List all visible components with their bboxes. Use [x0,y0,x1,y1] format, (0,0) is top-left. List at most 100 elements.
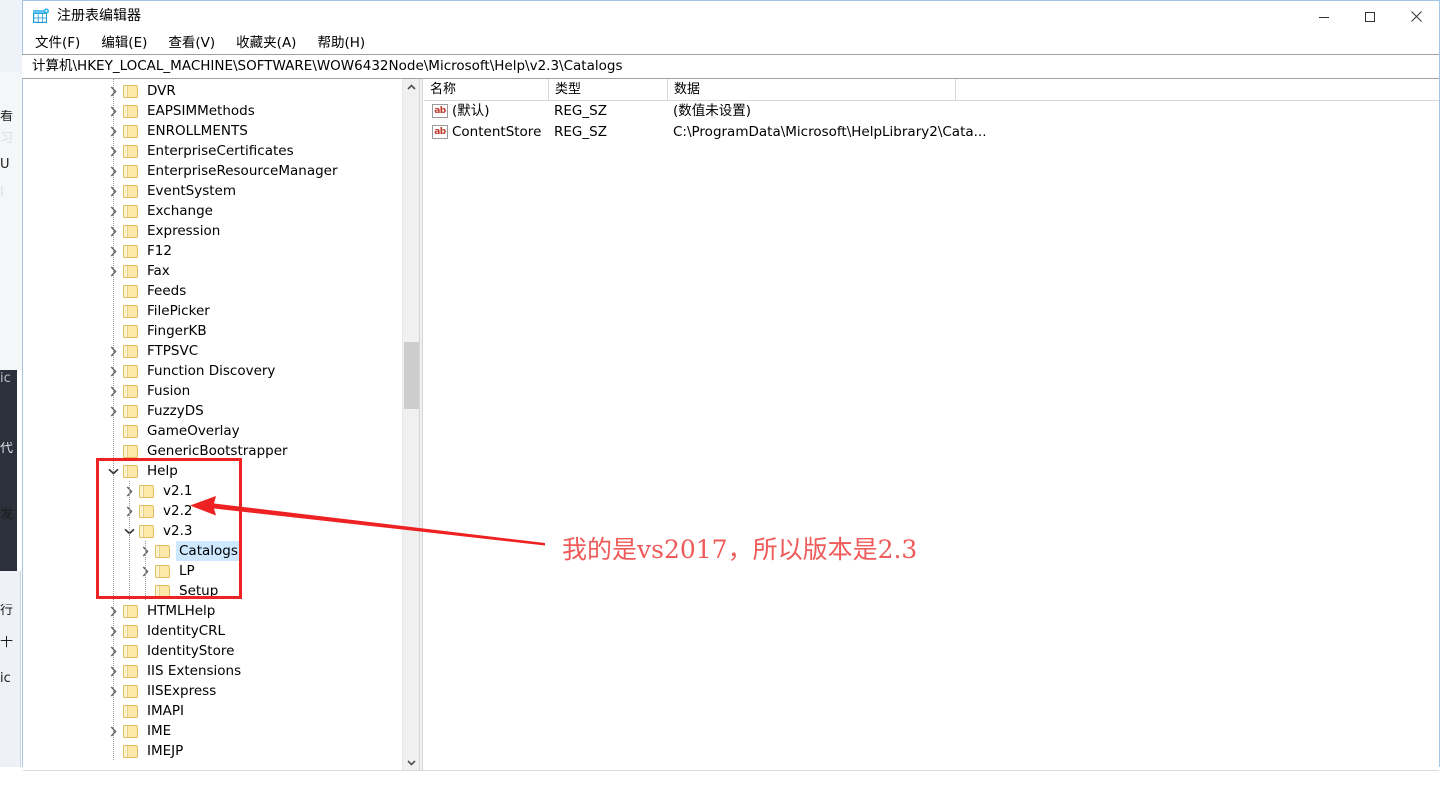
tree-item[interactable]: EnterpriseCertificates [23,141,402,161]
background-window-dark-region [0,370,17,571]
content-area: DVR EAPSIMMethods ENROLLMENTS EnterpriseCer… [23,79,1439,790]
folder-icon [123,184,138,198]
chevron-right-icon[interactable] [107,145,119,157]
tree-item[interactable]: DVR [23,81,402,101]
tree-vertical-scrollbar[interactable] [402,79,420,771]
tree-item[interactable]: FingerKB [23,321,402,341]
tree-item[interactable]: GameOverlay [23,421,402,441]
table-row[interactable]: ab ContentStore REG_SZ C:\ProgramData\Micro… [424,122,1439,143]
chevron-right-icon[interactable] [107,685,119,697]
table-row[interactable]: ab (默认) REG_SZ (数值未设置) [424,101,1439,122]
tree-item[interactable]: IMEJP [23,741,402,761]
tree-item[interactable]: Function Discovery [23,361,402,381]
tree-item-label: FTPSVC [147,343,199,359]
tree-item-label: EventSystem [147,183,237,199]
menu-view[interactable]: 查看(V) [168,33,215,53]
folder-icon [123,304,138,318]
tree-item-label: IME [147,723,172,739]
tree-item[interactable]: v2.3 [23,521,402,541]
string-value-icon: ab [432,125,448,139]
chevron-right-icon[interactable] [107,665,119,677]
folder-icon [123,424,138,438]
menu-file[interactable]: 文件(F) [35,33,80,53]
tree-item[interactable]: IdentityCRL [23,621,402,641]
maximize-button[interactable] [1347,1,1393,32]
tree-item[interactable]: GenericBootstrapper [23,441,402,461]
chevron-right-icon[interactable] [107,225,119,237]
chevron-right-icon[interactable] [107,105,119,117]
tree-item[interactable]: FilePicker [23,301,402,321]
scroll-down-icon[interactable] [403,754,420,771]
close-button[interactable] [1393,1,1439,32]
tree-item-label: DVR [147,83,176,99]
window-controls [1301,1,1439,32]
title-bar[interactable]: 注册表编辑器 [23,1,1439,32]
chevron-right-icon[interactable] [107,185,119,197]
tree-item[interactable]: IMAPI [23,701,402,721]
chevron-right-icon[interactable] [107,125,119,137]
chevron-right-icon[interactable] [107,165,119,177]
tree-item[interactable]: Help [23,461,402,481]
chevron-right-icon[interactable] [107,205,119,217]
chevron-right-icon[interactable] [107,345,119,357]
menu-favorites[interactable]: 收藏夹(A) [236,33,296,53]
tree-item[interactable]: EAPSIMMethods [23,101,402,121]
tree-item[interactable]: v2.1 [23,481,402,501]
tree-item[interactable]: Fusion [23,381,402,401]
registry-values-pane: 名称 类型 数据 ab (默认) REG_SZ (数值未设置) ab ContentSto… [424,79,1439,771]
folder-icon [123,284,138,298]
tree-item[interactable]: IISExpress [23,681,402,701]
chevron-right-icon[interactable] [107,365,119,377]
background-window-sliver[interactable]: 看 习 U l ic 代 发 行 十 ic [0,0,22,767]
tree-item[interactable]: v2.2 [23,501,402,521]
chevron-down-icon[interactable] [107,465,119,477]
tree-item[interactable]: FTPSVC [23,341,402,361]
tree-item[interactable]: Setup [23,581,402,601]
chevron-right-icon[interactable] [107,625,119,637]
minimize-button[interactable] [1301,1,1347,32]
registry-path: 计算机\HKEY_LOCAL_MACHINE\SOFTWARE\WOW6432N… [32,58,623,74]
value-data: C:\ProgramData\Microsoft\HelpLibrary2\Ca… [673,124,987,140]
chevron-right-icon[interactable] [107,725,119,737]
column-data[interactable]: 数据 [668,79,956,100]
registry-tree[interactable]: DVR EAPSIMMethods ENROLLMENTS EnterpriseCer… [23,79,402,771]
chevron-right-icon[interactable] [107,405,119,417]
chevron-right-icon[interactable] [107,245,119,257]
tree-item[interactable]: LP [23,561,402,581]
tree-item[interactable]: Fax [23,261,402,281]
tree-item[interactable]: EventSystem [23,181,402,201]
pane-splitter[interactable] [419,79,423,771]
chevron-right-icon[interactable] [107,605,119,617]
tree-item[interactable]: Catalogs [23,541,402,561]
tree-item[interactable]: ENROLLMENTS [23,121,402,141]
folder-icon [123,644,138,658]
status-bar [23,770,1439,790]
column-name[interactable]: 名称 [424,79,549,100]
menu-help[interactable]: 帮助(H) [317,33,365,53]
tree-item[interactable]: IdentityStore [23,641,402,661]
menu-edit[interactable]: 编辑(E) [101,33,147,53]
tree-item[interactable]: Expression [23,221,402,241]
chevron-right-icon[interactable] [107,645,119,657]
address-bar[interactable]: 计算机\HKEY_LOCAL_MACHINE\SOFTWARE\WOW6432N… [22,54,1439,79]
chevron-right-icon[interactable] [107,385,119,397]
scrollbar-thumb[interactable] [404,342,419,409]
folder-icon [123,724,138,738]
tree-item[interactable]: EnterpriseResourceManager [23,161,402,181]
scroll-up-icon[interactable] [403,79,420,96]
tree-item[interactable]: FuzzyDS [23,401,402,421]
tree-item[interactable]: F12 [23,241,402,261]
folder-icon [123,744,138,758]
bg-fragment: 代 [0,442,14,455]
tree-item-label: EnterpriseCertificates [147,143,294,159]
tree-item[interactable]: IME [23,721,402,741]
tree-item[interactable]: Exchange [23,201,402,221]
chevron-right-icon[interactable] [107,85,119,97]
folder-icon [123,224,138,238]
tree-item[interactable]: IIS Extensions [23,661,402,681]
chevron-right-icon[interactable] [107,265,119,277]
tree-item[interactable]: HTMLHelp [23,601,402,621]
column-type[interactable]: 类型 [549,79,668,100]
tree-item[interactable]: Feeds [23,281,402,301]
tree-item-label: EnterpriseResourceManager [147,163,338,179]
